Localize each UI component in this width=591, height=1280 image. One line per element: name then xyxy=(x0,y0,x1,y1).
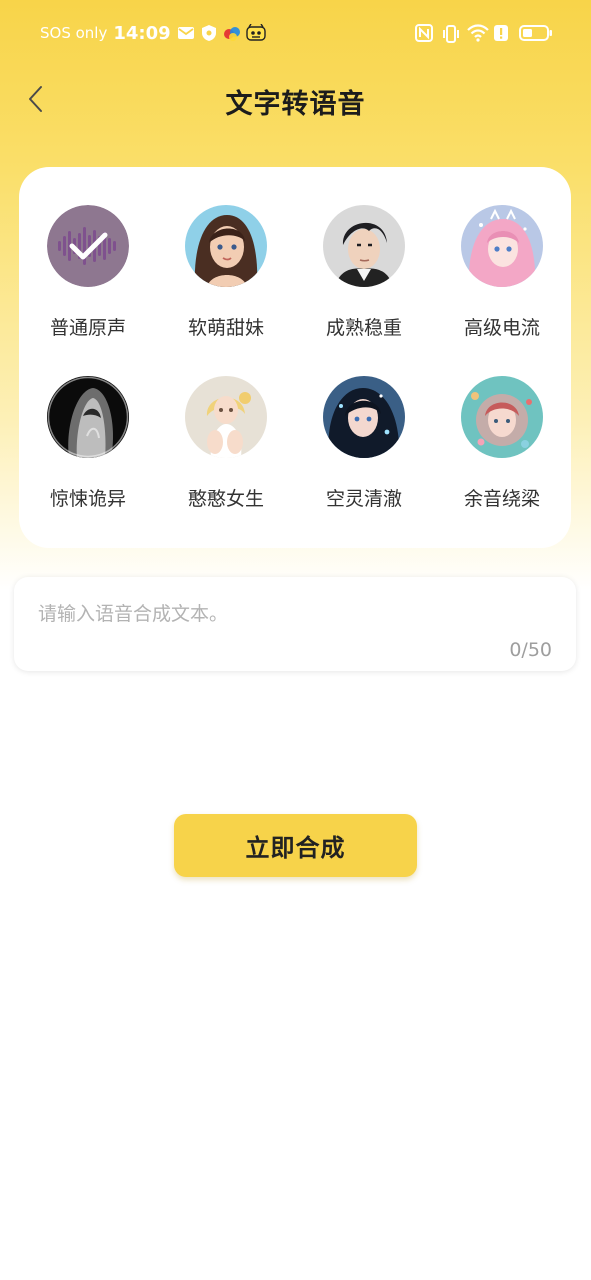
app-header: 文字转语音 xyxy=(0,70,591,130)
voice-avatar xyxy=(47,376,129,458)
voice-option-ethereal[interactable]: 空灵清澈 xyxy=(309,376,419,526)
status-right xyxy=(407,20,553,46)
voice-option-lingering[interactable]: 余音绕梁 xyxy=(447,376,557,526)
app-logo-icon xyxy=(223,24,241,42)
status-left: SOS only 14:09 xyxy=(40,20,269,46)
voice-label: 普通原声 xyxy=(49,317,126,339)
clock: 14:09 xyxy=(113,22,171,44)
voice-avatar xyxy=(185,376,267,458)
vibrate-icon xyxy=(441,24,459,43)
voice-label: 憨憨女生 xyxy=(187,488,264,510)
voice-label: 惊悚诡异 xyxy=(49,488,126,510)
voice-option-electric[interactable]: 高级电流 xyxy=(447,205,557,355)
text-input-card: 0/50 xyxy=(14,577,576,671)
battery-icon xyxy=(519,24,553,42)
voice-option-normal[interactable]: 普通原声 xyxy=(33,205,143,355)
char-counter: 0/50 xyxy=(509,639,552,661)
synthesis-text-input[interactable] xyxy=(38,599,548,629)
alert-icon xyxy=(493,24,511,42)
voice-option-silly-girl[interactable]: 憨憨女生 xyxy=(171,376,281,526)
nfc-icon xyxy=(415,24,433,42)
wifi-icon xyxy=(467,24,489,42)
voice-label: 余音绕梁 xyxy=(463,488,540,510)
voice-label: 软萌甜妹 xyxy=(187,317,264,339)
shield-icon xyxy=(200,24,218,42)
voice-avatar-selected xyxy=(47,205,129,287)
voice-label: 成熟稳重 xyxy=(325,317,402,339)
voice-avatar xyxy=(461,376,543,458)
voice-avatar xyxy=(323,376,405,458)
voice-option-mature[interactable]: 成熟稳重 xyxy=(309,205,419,355)
voice-selection-card: 普通原声 软萌甜妹 成熟稳重 高级电流 惊悚诡异 憨憨女生 空灵清澈 余音绕梁 xyxy=(19,167,571,548)
voice-avatar xyxy=(461,205,543,287)
page-title: 文字转语音 xyxy=(225,89,366,120)
voice-avatar xyxy=(185,205,267,287)
voice-label: 高级电流 xyxy=(463,317,540,339)
mail-icon xyxy=(177,24,195,42)
voice-option-sweet-girl[interactable]: 软萌甜妹 xyxy=(171,205,281,355)
game-mascot-icon xyxy=(245,23,266,42)
text-to-speech-screen: SOS only 14:09 文字转语音 普通原声 软萌甜妹 成熟稳重 高级电流… xyxy=(0,0,591,1280)
carrier-label: SOS only xyxy=(40,24,108,42)
status-bar: SOS only 14:09 xyxy=(0,0,591,66)
synthesize-button[interactable]: 立即合成 xyxy=(174,814,417,877)
voice-label: 空灵清澈 xyxy=(325,488,402,510)
voice-option-thriller[interactable]: 惊悚诡异 xyxy=(33,376,143,526)
voice-avatar xyxy=(323,205,405,287)
